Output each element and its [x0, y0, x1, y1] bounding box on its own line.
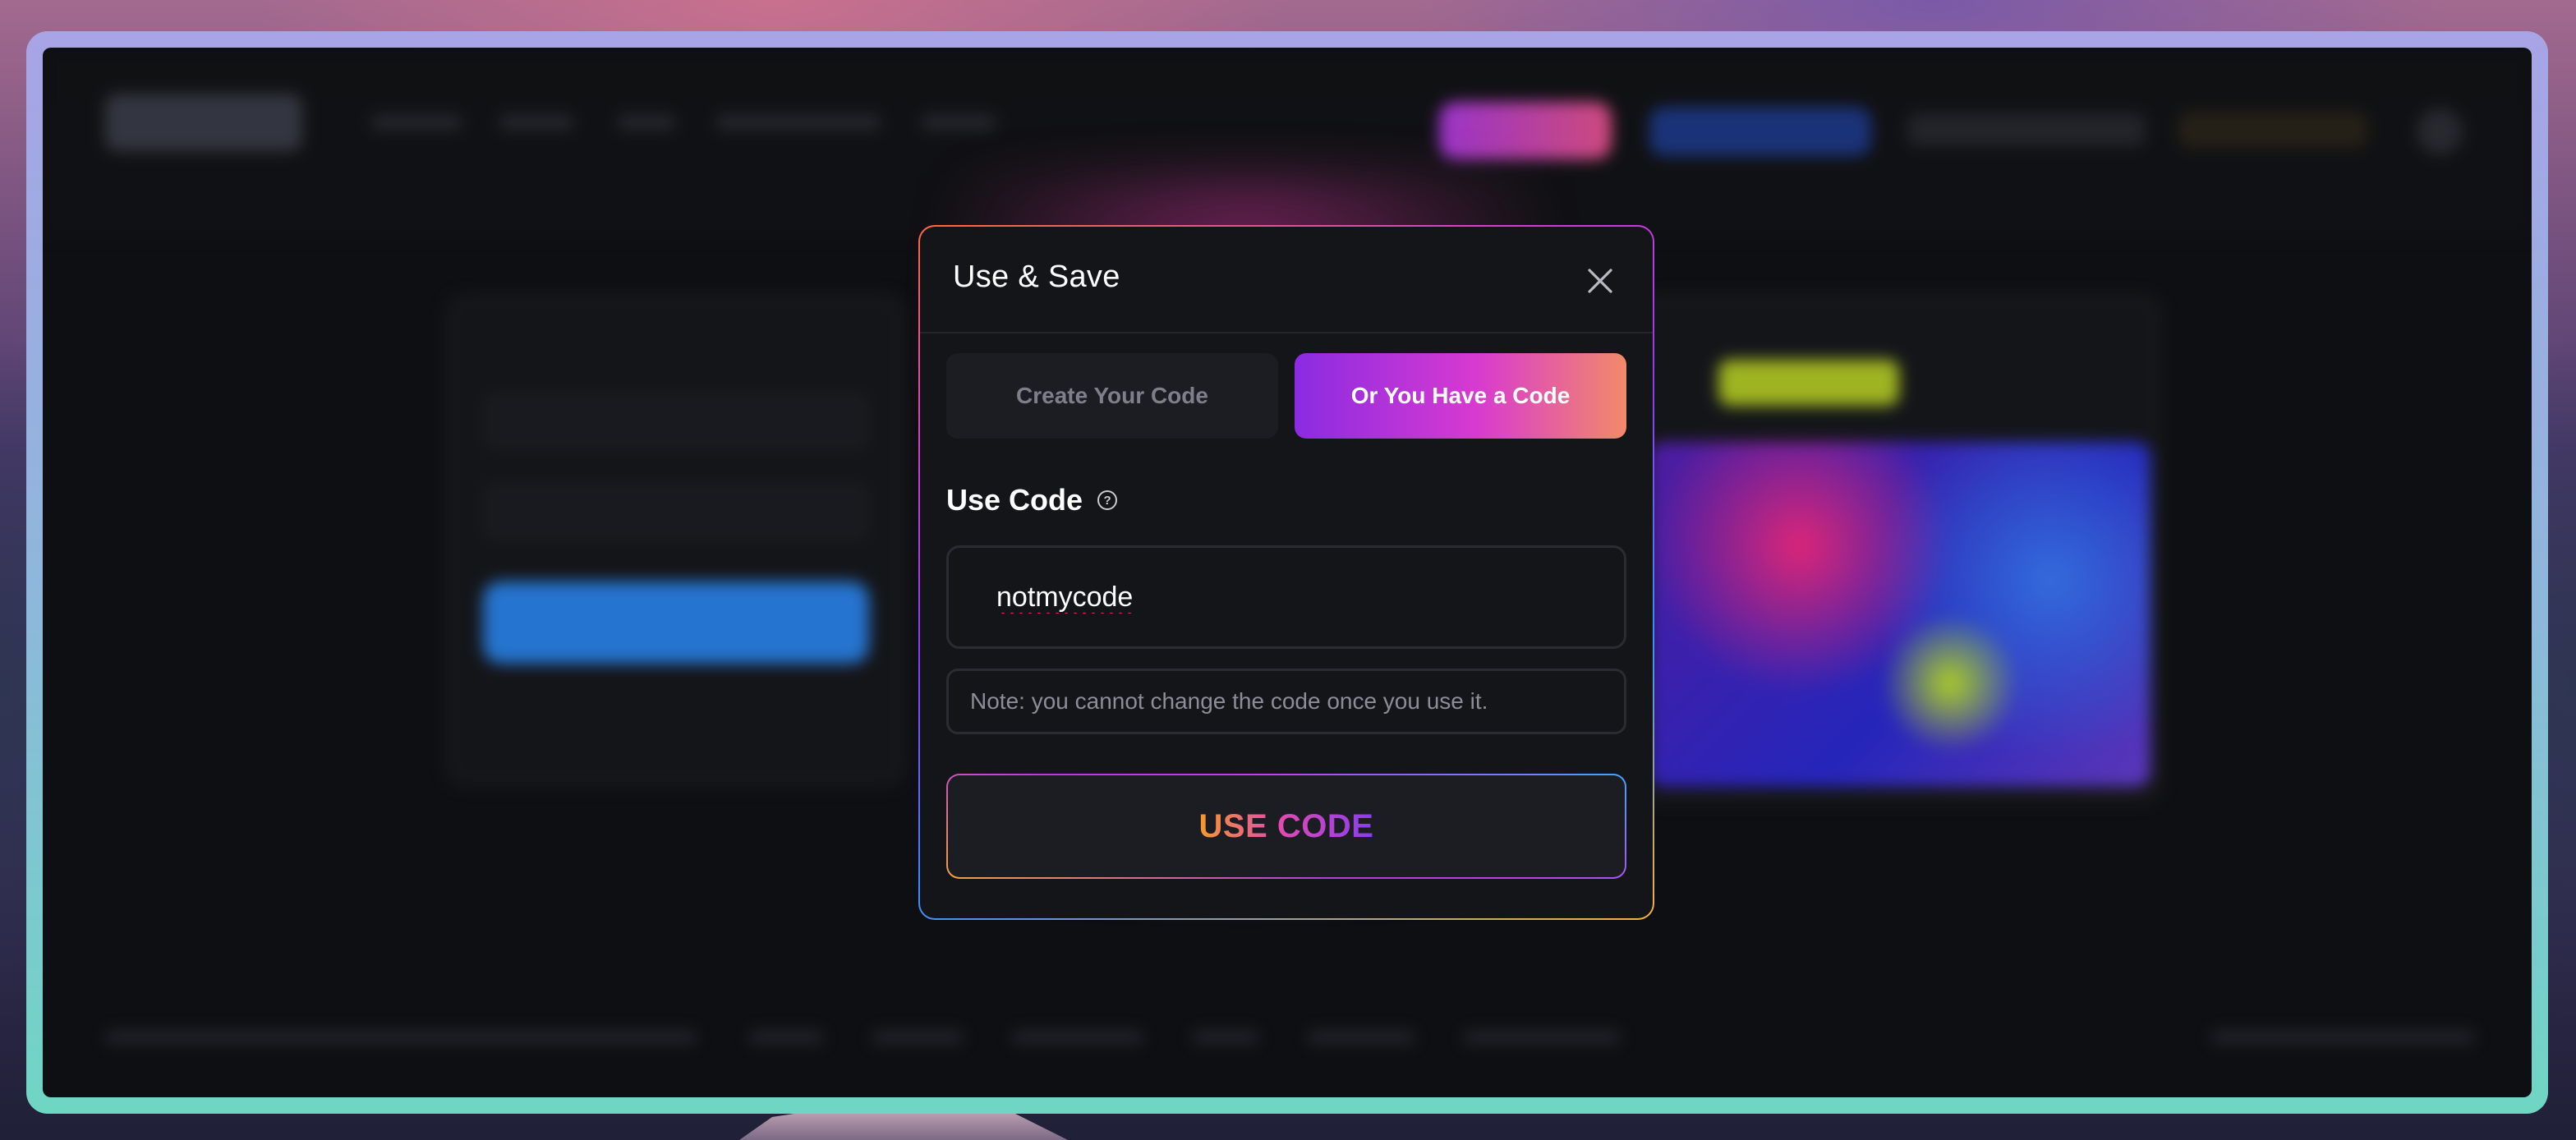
modal-header: Use & Save	[920, 227, 1653, 333]
bg-nav-button	[2178, 112, 2367, 148]
bg-footer-link	[2211, 1030, 2474, 1045]
bg-footer-link	[749, 1030, 823, 1045]
bg-card	[445, 294, 905, 787]
modal-title: Use & Save	[953, 260, 1120, 294]
bg-nav-link	[499, 115, 573, 130]
use-code-button-label: USE CODE	[1198, 807, 1374, 844]
bg-footer-link	[1464, 1030, 1620, 1045]
bg-nav-link	[618, 115, 675, 130]
bg-nav-link	[716, 115, 881, 130]
bg-footer-link	[872, 1030, 963, 1045]
bg-nav-button	[1649, 107, 1871, 156]
use-code-button-inner[interactable]: USE CODE	[948, 775, 1625, 877]
bg-nav-button	[1439, 102, 1612, 159]
bg-avatar	[2417, 108, 2463, 154]
bg-artwork	[1649, 442, 2150, 787]
close-button[interactable]	[1584, 264, 1617, 297]
bg-footer-link	[1193, 1030, 1258, 1045]
bg-card-row	[483, 393, 869, 450]
close-icon	[1588, 269, 1612, 293]
bg-footer-link	[1308, 1030, 1414, 1045]
bg-nav-link	[922, 115, 996, 130]
use-code-button[interactable]: USE CODE	[946, 774, 1626, 879]
bg-primary-button	[483, 581, 869, 664]
bg-nav-link	[371, 115, 462, 130]
use-save-modal: Use & Save Create Your Code Or You Have …	[918, 225, 1654, 920]
bg-card-row	[483, 483, 869, 540]
code-input[interactable]	[946, 545, 1626, 649]
tab-or-you-have-a-code[interactable]: Or You Have a Code	[1295, 353, 1626, 439]
section-label: Use Code	[946, 483, 1083, 517]
code-tabs: Create Your Code Or You Have a Code	[946, 353, 1626, 439]
bg-logo	[105, 94, 302, 151]
bg-footer-link	[1012, 1030, 1143, 1045]
help-circle-icon[interactable]: ?	[1097, 490, 1118, 510]
modal-body: Use & Save Create Your Code Or You Have …	[920, 227, 1653, 918]
bg-badge	[1718, 360, 1899, 406]
use-code-heading: Use Code ?	[946, 483, 1118, 517]
bg-footer-text	[105, 1030, 697, 1045]
tab-create-your-code[interactable]: Create Your Code	[946, 353, 1278, 439]
note-text: Note: you cannot change the code once yo…	[946, 669, 1626, 734]
bg-nav-button	[1907, 113, 2146, 146]
